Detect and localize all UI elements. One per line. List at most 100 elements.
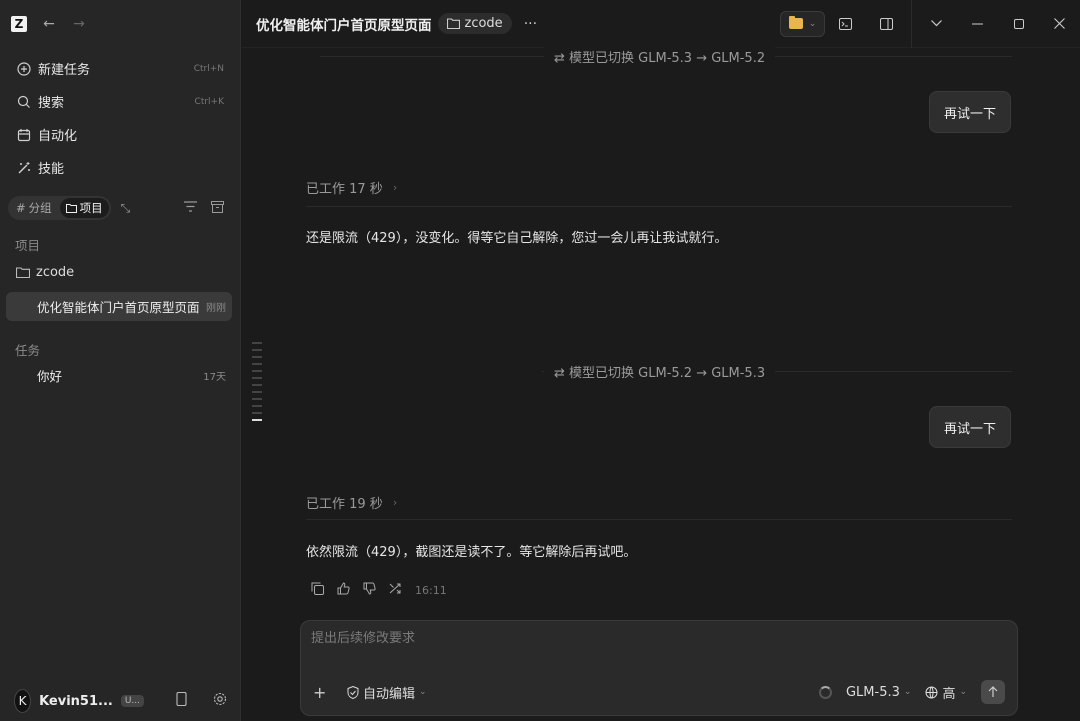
composer-right-controls: GLM-5.3 ⌄ 高 ⌄: [818, 680, 1005, 704]
arrow-up-icon: [988, 686, 998, 697]
shield-check-icon: [347, 685, 359, 699]
worked-duration[interactable]: 已工作 19 秒 ›: [306, 493, 397, 512]
model-select[interactable]: GLM-5.3 ⌄: [846, 685, 911, 700]
followup-input[interactable]: [311, 631, 911, 646]
assistant-message: 还是限流（429），没变化。得等它自己解除，您过一会儿再让我试就行。: [306, 231, 728, 246]
gear-icon[interactable]: [213, 692, 227, 710]
user-message-bubble: 再试一下: [929, 91, 1012, 133]
sidebar-item-new-task[interactable]: 新建任务 Ctrl+N: [6, 52, 234, 85]
forward-arrow-icon[interactable]: →: [71, 16, 87, 32]
edit-mode-select[interactable]: 自动编辑 ⌄: [347, 683, 427, 702]
thumbs-up-icon[interactable]: [337, 582, 350, 598]
terminal-icon[interactable]: [825, 0, 866, 48]
worked-duration[interactable]: 已工作 17 秒 ›: [306, 178, 397, 197]
chevron-down-icon: ⌄: [808, 18, 817, 29]
chevron-down-icon[interactable]: [916, 0, 957, 48]
sidebar-item-label: 自动化: [38, 129, 78, 144]
avatar[interactable]: K: [14, 689, 32, 713]
globe-icon: [925, 686, 938, 698]
plus-circle-icon: [16, 61, 32, 76]
project-label: 项目: [79, 201, 103, 215]
send-button[interactable]: [981, 680, 1005, 704]
calendar-icon: [16, 128, 32, 142]
task-item[interactable]: 你好 17天: [6, 361, 232, 390]
top-bar: 优化智能体门户首页原型页面 zcode ··· ⌄: [242, 0, 1080, 48]
folder-icon: [446, 18, 460, 29]
project-item-zcode[interactable]: zcode: [0, 258, 240, 286]
task-title: 你好: [37, 369, 63, 384]
phone-icon[interactable]: [176, 691, 187, 710]
project-toggle[interactable]: 项目: [59, 198, 109, 218]
thumbs-down-icon[interactable]: [363, 582, 376, 598]
shortcut-hint: Ctrl+N: [193, 63, 224, 74]
panel-toggle-icon[interactable]: [866, 0, 907, 48]
model-switch-note: ⇄ 模型已切换 GLM-5.3 → GLM-5.2: [544, 47, 776, 66]
shortcut-hint: Ctrl+K: [194, 96, 224, 107]
collapse-icon[interactable]: ⤡: [121, 201, 131, 216]
hash-icon: #: [16, 201, 26, 215]
sidebar-item-label: 搜索: [38, 96, 65, 111]
task-time: 17天: [203, 372, 226, 383]
task-title: 优化智能体门户首页原型页面: [37, 300, 200, 315]
project-name: zcode: [36, 264, 75, 280]
divider: [306, 519, 1012, 520]
close-icon[interactable]: [1039, 0, 1080, 48]
page-title: 优化智能体门户首页原型页面: [256, 17, 432, 34]
model-label: GLM-5.3: [845, 684, 900, 700]
user-name[interactable]: Kevin51...: [39, 694, 113, 709]
sidebar-item-automation[interactable]: 自动化: [6, 118, 234, 151]
worked-label: 已工作 17 秒: [306, 182, 383, 197]
chevron-down-icon: ⌄: [903, 687, 912, 697]
window-controls: ⌄: [780, 0, 1080, 48]
copy-icon[interactable]: [311, 582, 324, 598]
branch-icon[interactable]: [389, 582, 402, 598]
folder-icon: [16, 266, 30, 278]
scroll-indicator[interactable]: [252, 342, 262, 426]
sidebar: Z ← → 新建任务 Ctrl+N 搜索 Ctrl+K 自动化 技能 # 分组 …: [0, 0, 241, 721]
sidebar-item-label: 技能: [38, 162, 65, 177]
reasoning-level-select[interactable]: 高 ⌄: [925, 683, 967, 702]
loading-spinner-icon: [818, 685, 832, 699]
back-arrow-icon[interactable]: ←: [41, 16, 57, 32]
message-timestamp: 16:11: [415, 583, 447, 597]
divider: [306, 206, 1012, 207]
composer-toolbar: + 自动编辑 ⌄ GLM-5.3 ⌄ 高 ⌄: [301, 679, 1017, 705]
user-badge: U...: [120, 695, 144, 707]
project-chip[interactable]: zcode: [437, 13, 512, 34]
task-item-active[interactable]: 优化智能体门户首页原型页面 刚刚: [6, 292, 232, 321]
sidebar-menu: 新建任务 Ctrl+N 搜索 Ctrl+K 自动化 技能: [0, 48, 240, 188]
filter-icon[interactable]: [184, 200, 197, 216]
minimize-icon[interactable]: [957, 0, 998, 48]
app-logo: Z: [11, 16, 27, 32]
group-label: 分组: [28, 201, 52, 215]
sidebar-header: Z ← →: [0, 0, 240, 48]
group-toggle[interactable]: # 分组: [10, 198, 58, 218]
sidebar-item-skills[interactable]: 技能: [6, 151, 234, 184]
archive-icon[interactable]: [211, 200, 224, 216]
attach-plus-icon[interactable]: +: [313, 683, 333, 702]
chevron-down-icon: ⌄: [959, 687, 967, 697]
chevron-down-icon: ⌄: [419, 687, 427, 697]
filter-bar: # 分组 项目 ⤡: [0, 196, 240, 220]
chevron-right-icon: ›: [392, 496, 398, 509]
composer: + 自动编辑 ⌄ GLM-5.3 ⌄ 高 ⌄: [300, 620, 1018, 716]
chevron-right-icon: ›: [392, 181, 398, 194]
folder-color-icon: [788, 16, 803, 29]
task-time: 刚刚: [206, 303, 226, 314]
divider: [911, 0, 912, 48]
tasks-section-label: 任务: [15, 342, 41, 358]
wand-icon: [16, 161, 32, 175]
open-folder-button[interactable]: ⌄: [780, 10, 825, 37]
projects-section-label: 项目: [15, 237, 41, 253]
more-icon[interactable]: ···: [524, 16, 537, 32]
search-icon: [16, 95, 32, 109]
maximize-icon[interactable]: [998, 0, 1039, 48]
model-switch-note: ⇄ 模型已切换 GLM-5.2 → GLM-5.3: [544, 362, 776, 381]
user-message-bubble: 再试一下: [929, 406, 1012, 448]
project-chip-label: zcode: [464, 16, 503, 31]
worked-label: 已工作 19 秒: [306, 497, 383, 512]
sidebar-item-search[interactable]: 搜索 Ctrl+K: [6, 85, 234, 118]
user-bar: K Kevin51... U...: [0, 681, 241, 721]
main-panel: 优化智能体门户首页原型页面 zcode ··· ⌄ ⇄ 模型已切换 GLM-5.…: [242, 0, 1080, 721]
edit-mode-label: 自动编辑: [363, 686, 416, 702]
